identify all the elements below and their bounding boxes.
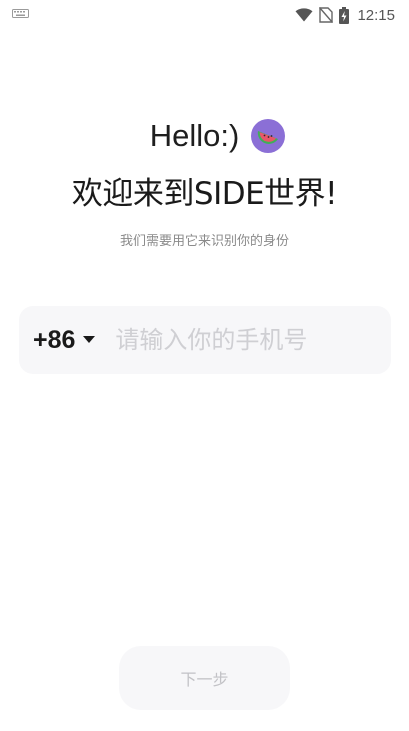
status-time: 12:15 [357, 6, 395, 24]
welcome-title: 欢迎来到SIDE世界! [71, 176, 338, 212]
no-sim-icon [319, 7, 334, 23]
phone-input-box: +86 [19, 306, 391, 374]
hello-row: Hello:) [0, 118, 409, 154]
battery-charging-icon [339, 6, 350, 24]
country-code-selector[interactable]: +86 [33, 325, 96, 355]
status-bar: 12:15 [0, 0, 409, 30]
watermelon-icon [251, 119, 286, 153]
phone-number-input[interactable] [113, 325, 358, 355]
wifi-icon [295, 8, 313, 22]
hello-text: Hello:) [149, 118, 240, 153]
caret-down-icon [83, 336, 96, 343]
status-icons: 12:15 [295, 4, 395, 26]
keyboard-icon [12, 9, 29, 18]
next-button[interactable]: 下一步 [119, 646, 290, 710]
country-code-text: +86 [33, 325, 76, 354]
subtitle: 我们需要用它来识别你的身份 [119, 234, 289, 249]
